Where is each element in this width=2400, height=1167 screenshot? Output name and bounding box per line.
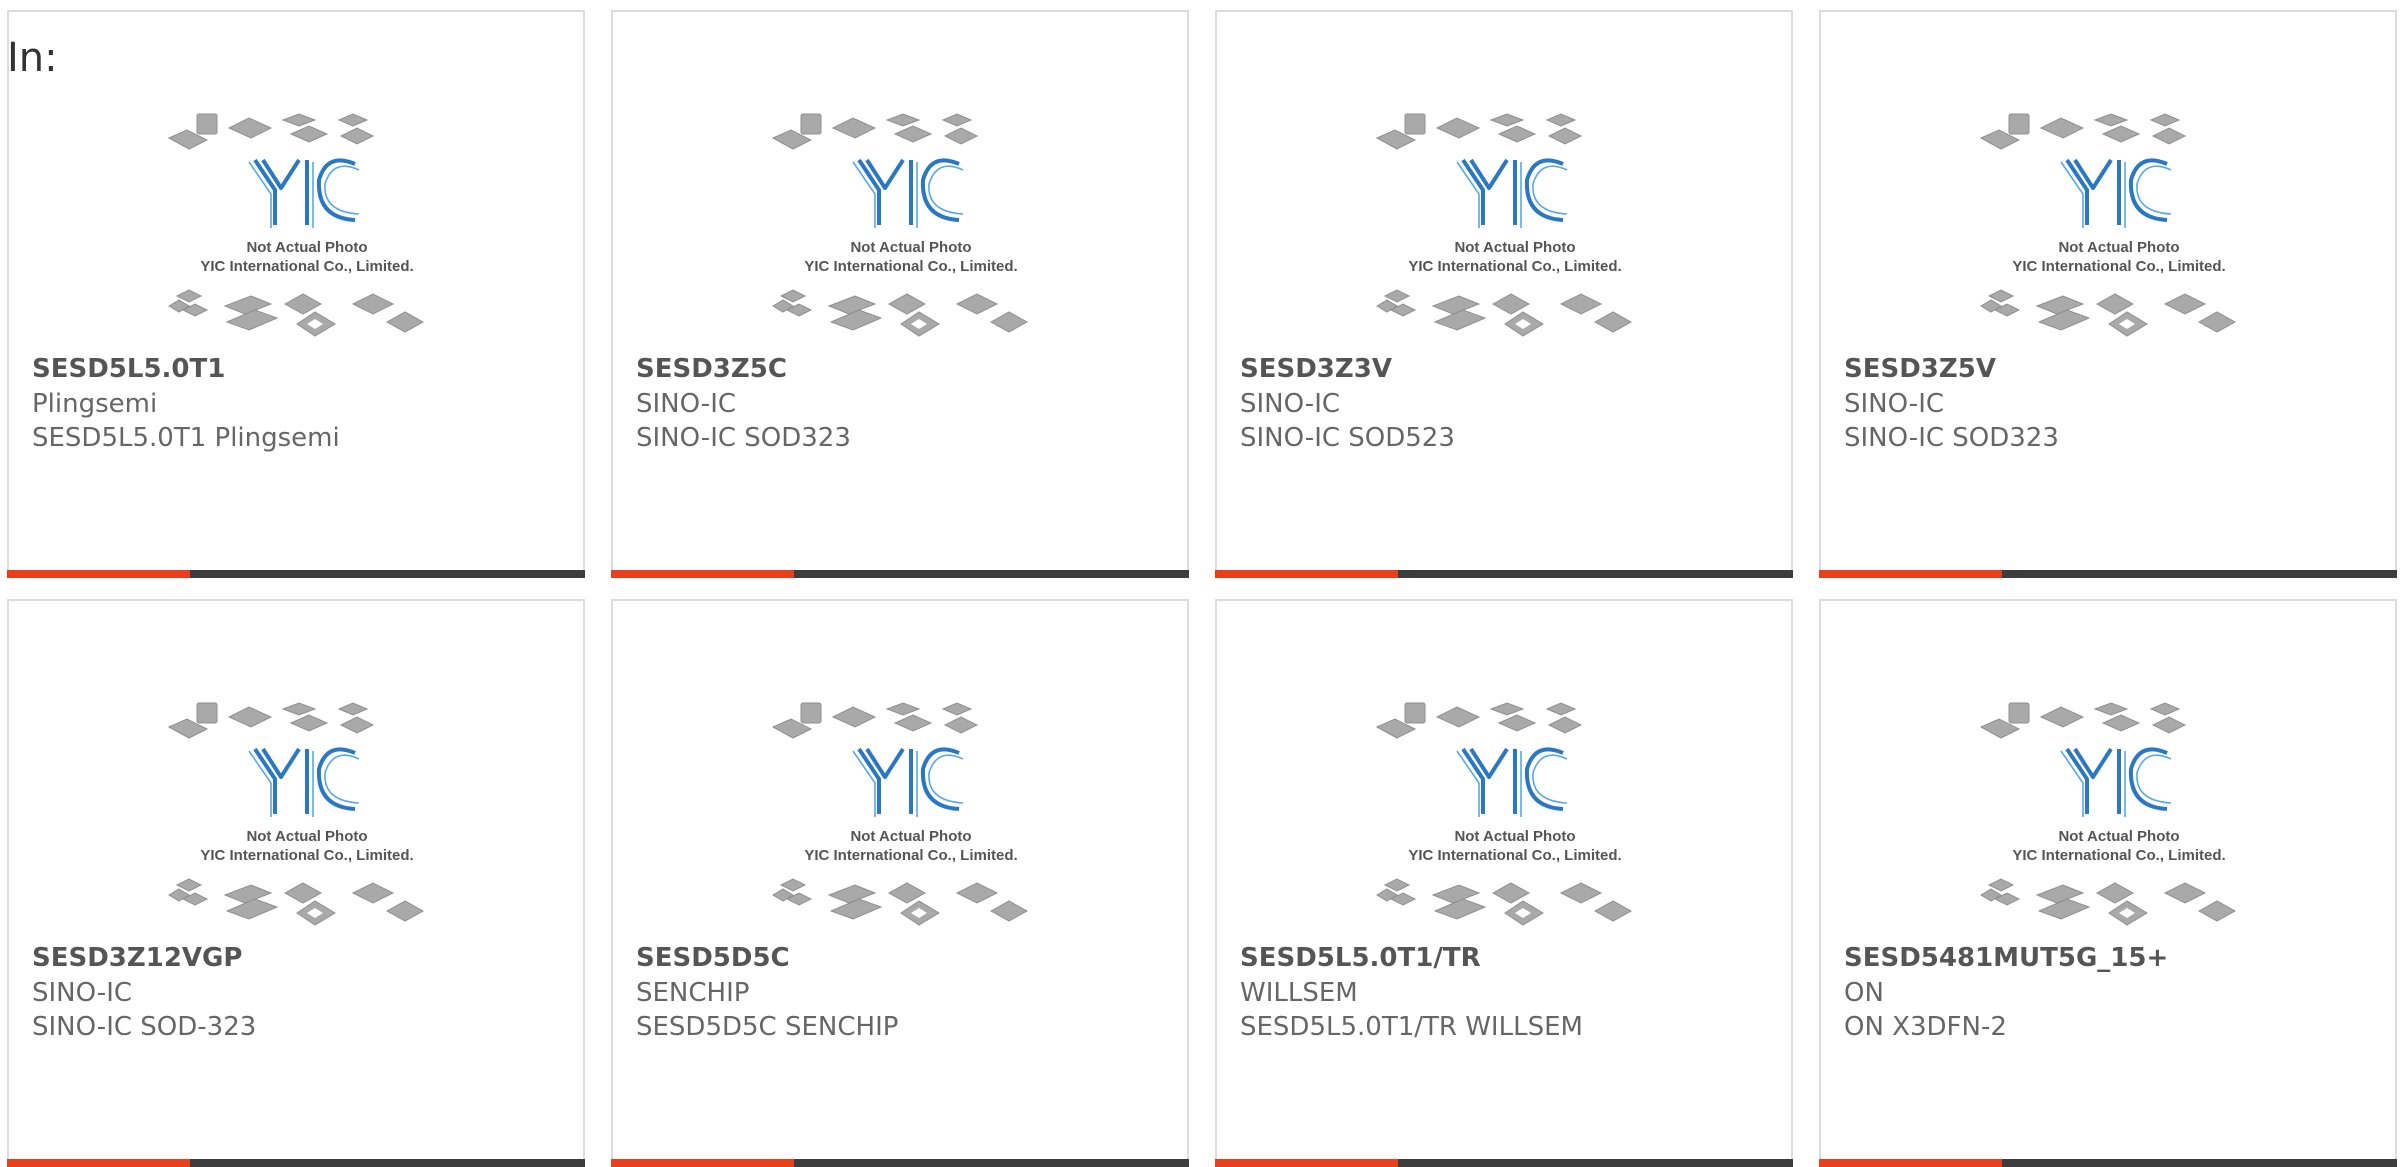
product-brand: SINO-IC (32, 978, 133, 1008)
photo-caption-1: Not Actual Photo (1454, 239, 1575, 256)
product-image[interactable]: Not Actual Photo YIC International Co., … (1979, 100, 2259, 348)
placeholder-photo-icon: Not Actual Photo YIC International Co., … (1979, 702, 2237, 926)
placeholder-photo-icon: Not Actual Photo YIC International Co., … (1375, 702, 1633, 926)
product-card[interactable]: Not Actual Photo YIC International Co., … (1819, 10, 2397, 578)
card-accent-bar (1215, 570, 1398, 578)
product-name[interactable]: SESD5481MUT5G_15+ (1844, 943, 2168, 973)
placeholder-photo-icon: Not Actual Photo YIC International Co., … (771, 702, 1029, 926)
card-bottom-bar (1215, 1159, 1793, 1167)
product-brand: SINO-IC (636, 389, 737, 419)
product-brand: SINO-IC (1844, 389, 1945, 419)
card-accent-bar (7, 570, 190, 578)
card-accent-bar (611, 1159, 794, 1167)
photo-caption-2: YIC International Co., Limited. (804, 258, 1017, 275)
product-description: SINO-IC SOD323 (636, 423, 851, 453)
card-bottom-bar (7, 570, 585, 578)
product-card[interactable]: Not Actual Photo YIC International Co., … (1819, 599, 2397, 1167)
product-description: SESD5L5.0T1/TR WILLSEM (1240, 1012, 1583, 1042)
product-name[interactable]: SESD3Z5V (1844, 354, 1996, 384)
photo-caption-1: Not Actual Photo (246, 828, 367, 845)
card-accent-bar (7, 1159, 190, 1167)
placeholder-photo-icon: Not Actual Photo YIC International Co., … (167, 702, 425, 926)
product-card[interactable]: Not Actual Photo YIC International Co., … (611, 10, 1189, 578)
placeholder-photo-icon: Not Actual Photo YIC International Co., … (167, 113, 425, 337)
product-description: SINO-IC SOD523 (1240, 423, 1455, 453)
product-image[interactable]: Not Actual Photo YIC International Co., … (167, 100, 447, 348)
product-brand: SENCHIP (636, 978, 750, 1008)
product-brand: ON (1844, 978, 1884, 1008)
product-name[interactable]: SESD5L5.0T1/TR (1240, 943, 1481, 973)
product-description: SINO-IC SOD-323 (32, 1012, 257, 1042)
product-card[interactable]: Not Actual Photo YIC International Co., … (1215, 10, 1793, 578)
card-bottom-bar (611, 1159, 1189, 1167)
photo-caption-2: YIC International Co., Limited. (200, 847, 413, 864)
photo-caption-1: Not Actual Photo (2058, 239, 2179, 256)
product-card[interactable]: Not Actual Photo YIC International Co., … (1215, 599, 1793, 1167)
photo-caption-2: YIC International Co., Limited. (2012, 258, 2225, 275)
product-description: SINO-IC SOD323 (1844, 423, 2059, 453)
product-brand: WILLSEM (1240, 978, 1358, 1008)
card-bottom-bar (1215, 570, 1793, 578)
photo-caption-1: Not Actual Photo (2058, 828, 2179, 845)
product-brand: Plingsemi (32, 389, 158, 419)
card-accent-bar (1819, 570, 2002, 578)
product-card[interactable]: Not Actual Photo YIC International Co., … (7, 10, 585, 578)
card-bottom-bar (611, 570, 1189, 578)
product-image[interactable]: Not Actual Photo YIC International Co., … (1979, 689, 2259, 937)
product-image[interactable]: Not Actual Photo YIC International Co., … (771, 689, 1051, 937)
photo-caption-2: YIC International Co., Limited. (804, 847, 1017, 864)
product-name[interactable]: SESD3Z12VGP (32, 943, 242, 973)
product-brand: SINO-IC (1240, 389, 1341, 419)
product-image[interactable]: Not Actual Photo YIC International Co., … (1375, 689, 1655, 937)
product-name[interactable]: SESD5L5.0T1 (32, 354, 225, 384)
product-card[interactable]: Not Actual Photo YIC International Co., … (7, 599, 585, 1167)
photo-caption-1: Not Actual Photo (850, 239, 971, 256)
photo-caption-2: YIC International Co., Limited. (1408, 847, 1621, 864)
product-image[interactable]: Not Actual Photo YIC International Co., … (1375, 100, 1655, 348)
product-image[interactable]: Not Actual Photo YIC International Co., … (771, 100, 1051, 348)
card-accent-bar (611, 570, 794, 578)
photo-caption-2: YIC International Co., Limited. (2012, 847, 2225, 864)
card-bottom-bar (1819, 1159, 2397, 1167)
photo-caption-1: Not Actual Photo (1454, 828, 1575, 845)
card-bottom-bar (7, 1159, 585, 1167)
placeholder-photo-icon: Not Actual Photo YIC International Co., … (1375, 113, 1633, 337)
product-name[interactable]: SESD3Z5C (636, 354, 787, 384)
product-description: ON X3DFN-2 (1844, 1012, 2007, 1042)
card-accent-bar (1215, 1159, 1398, 1167)
photo-caption-2: YIC International Co., Limited. (1408, 258, 1621, 275)
card-bottom-bar (1819, 570, 2397, 578)
product-name[interactable]: SESD3Z3V (1240, 354, 1392, 384)
photo-caption-1: Not Actual Photo (246, 239, 367, 256)
page-label: In: (7, 35, 58, 81)
product-grid: Not Actual Photo YIC International Co., … (0, 0, 2400, 1167)
product-image[interactable]: Not Actual Photo YIC International Co., … (167, 689, 447, 937)
photo-caption-1: Not Actual Photo (850, 828, 971, 845)
placeholder-photo-icon: Not Actual Photo YIC International Co., … (1979, 113, 2237, 337)
product-card[interactable]: Not Actual Photo YIC International Co., … (611, 599, 1189, 1167)
card-accent-bar (1819, 1159, 2002, 1167)
product-description: SESD5D5C SENCHIP (636, 1012, 899, 1042)
product-description: SESD5L5.0T1 Plingsemi (32, 423, 340, 453)
photo-caption-2: YIC International Co., Limited. (200, 258, 413, 275)
placeholder-photo-icon: Not Actual Photo YIC International Co., … (771, 113, 1029, 337)
product-name[interactable]: SESD5D5C (636, 943, 790, 973)
